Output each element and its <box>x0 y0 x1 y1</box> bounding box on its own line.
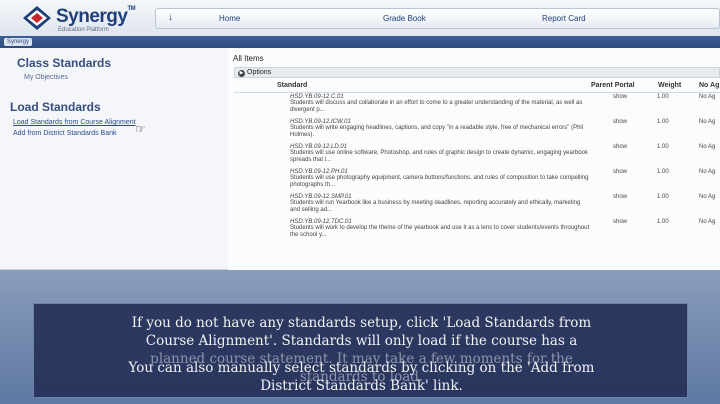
table-row[interactable]: HSD.YB.09-12.PH.01 Students will use pho… <box>228 169 720 193</box>
standard-description: Students will work to develop the theme … <box>290 225 590 239</box>
header-divider <box>234 92 720 93</box>
column-header-weight[interactable]: Weight <box>658 82 681 89</box>
blue-strip: Synergy <box>0 36 720 48</box>
options-bar[interactable]: ▶ Options <box>234 67 720 78</box>
caption-line: You can also manually select standards b… <box>128 360 595 376</box>
column-header-parent-portal[interactable]: Parent Portal <box>591 82 635 89</box>
weight-cell: 1.00 <box>657 169 669 175</box>
caption-line: District Standards Bank' link. <box>260 378 463 394</box>
weight-cell: 1.00 <box>657 194 669 200</box>
left-sidebar: Class Standards My Objectives Load Stand… <box>0 48 228 270</box>
standards-list-panel: All Items ▶ Options Standard Parent Porta… <box>228 48 720 270</box>
table-row[interactable]: HSD.YB.09-12.ICW.01 Students will write … <box>228 119 720 143</box>
column-header-no-ag[interactable]: No Ag <box>699 82 719 89</box>
options-toggle-icon[interactable]: ▶ <box>238 70 245 77</box>
all-items-title: All Items <box>233 54 264 63</box>
parent-portal-cell: show <box>613 219 628 225</box>
no-ag-cell: No Ag <box>699 119 716 125</box>
options-label: Options <box>247 69 272 76</box>
nav-grade-book[interactable]: Grade Book <box>383 14 426 23</box>
parent-portal-cell: show <box>613 144 628 150</box>
weight-cell: 1.00 <box>657 219 669 225</box>
add-from-district-bank-link[interactable]: Add from District Standards Bank <box>13 130 117 137</box>
weight-cell: 1.00 <box>657 144 669 150</box>
video-caption-box: If you do not have any standards setup, … <box>33 303 688 398</box>
main-panel: Class Standards My Objectives Load Stand… <box>0 48 720 270</box>
table-row[interactable]: HSD.YB.09-12.C.01 Students will discuss … <box>228 94 720 118</box>
no-ag-cell: No Ag <box>699 194 716 200</box>
class-standards-heading: Class Standards <box>17 56 112 70</box>
brand-subtitle: Education Platform <box>58 27 109 33</box>
standard-description: Students will run Yearbook like a busine… <box>290 200 581 214</box>
no-ag-cell: No Ag <box>699 219 716 225</box>
load-from-course-alignment-link[interactable]: Load Standards from Course Alignment <box>13 119 136 126</box>
load-standards-heading: Load Standards <box>10 100 101 114</box>
table-row[interactable]: HSD.YB.09-12.TDC.01 Students will work t… <box>228 219 720 243</box>
standard-description: Students will write engaging headlines, … <box>290 125 584 139</box>
standard-description: Students will use online software, Photo… <box>290 150 588 164</box>
synergy-logo-icon <box>23 6 51 30</box>
app-header: SynergyTM Education Platform ↓ Home Grad… <box>0 0 720 36</box>
brand-name: SynergyTM <box>56 6 136 27</box>
table-row[interactable]: HSD.YB.09-12.SMP.01 Students will run Ye… <box>228 194 720 218</box>
parent-portal-cell: show <box>613 119 628 125</box>
weight-cell: 1.00 <box>657 119 669 125</box>
parent-portal-cell: show <box>613 169 628 175</box>
table-row[interactable]: HSD.YB.09-12.LD.01 Students will use onl… <box>228 144 720 168</box>
no-ag-cell: No Ag <box>699 169 716 175</box>
caption-line: Course Alignment'. Standards will only l… <box>145 333 578 349</box>
caption-line: If you do not have any standards setup, … <box>131 315 592 331</box>
my-objectives-link[interactable]: My Objectives <box>24 74 68 81</box>
synergy-tab[interactable]: Synergy <box>4 38 33 46</box>
parent-portal-cell: show <box>613 94 628 100</box>
no-ag-cell: No Ag <box>699 144 716 150</box>
standard-description: Students will discuss and collaborate in… <box>290 100 583 114</box>
weight-cell: 1.00 <box>657 94 669 100</box>
down-arrow-icon[interactable]: ↓ <box>168 12 173 23</box>
parent-portal-cell: show <box>613 194 628 200</box>
nav-home[interactable]: Home <box>219 14 240 23</box>
no-ag-cell: No Ag <box>699 94 716 100</box>
hand-cursor-icon: ☞ <box>135 122 146 136</box>
column-header-standard[interactable]: Standard <box>277 82 307 89</box>
top-navbar: ↓ Home Grade Book Report Card <box>155 8 720 29</box>
nav-report-card[interactable]: Report Card <box>542 14 586 23</box>
standard-description: Students will use photography equipment,… <box>290 175 589 189</box>
